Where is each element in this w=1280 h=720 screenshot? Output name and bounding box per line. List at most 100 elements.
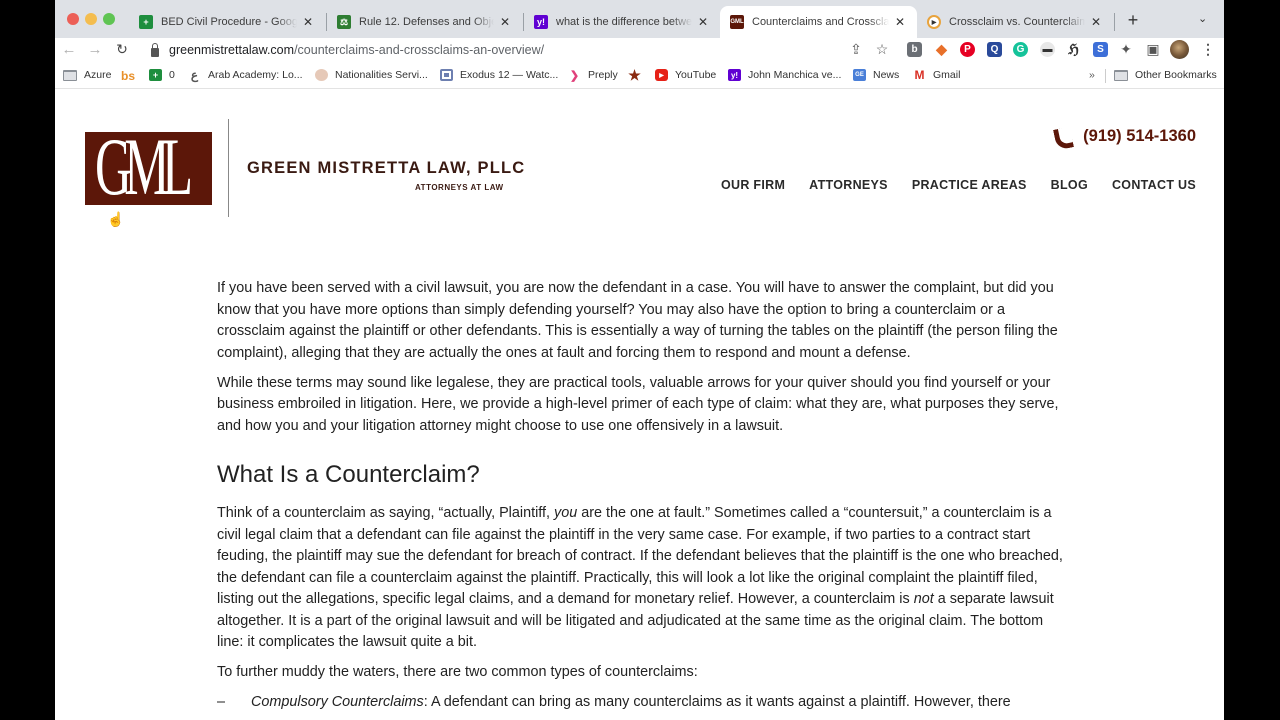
tab-title: Counterclaims and Crossclaims xyxy=(752,16,889,28)
text-run: Think of a counterclaim as saying, “actu… xyxy=(217,505,554,521)
close-tab-icon[interactable]: ✕ xyxy=(893,15,907,29)
tab-title: what is the difference between xyxy=(556,16,692,28)
bookmark-label: Other Bookmarks xyxy=(1135,69,1217,81)
nav-blog[interactable]: BLOG xyxy=(1051,178,1088,192)
folder-icon xyxy=(1114,69,1128,81)
emphasis: not xyxy=(913,591,934,607)
phone-link[interactable]: (919) 514-1360 xyxy=(1054,127,1196,146)
extension-s-icon[interactable]: S xyxy=(1093,42,1108,57)
bookmark-label: Nationalities Servi... xyxy=(335,69,428,81)
tab-strip: + BED Civil Procedure - Google Sheets ✕ … xyxy=(55,0,1224,38)
tab-title: BED Civil Procedure - Google Sheets xyxy=(161,16,297,28)
extension-orange-bird-icon[interactable]: ◆ xyxy=(934,41,949,57)
emphasis: Compulsory Counterclaims xyxy=(251,694,424,710)
tab-yahoo-search[interactable]: y! what is the difference between ✕ xyxy=(524,6,720,38)
minimize-window-button[interactable] xyxy=(85,13,97,25)
web-page: GML GREEN MISTRETTA LAW, PLLC ATTORNEYS … xyxy=(55,90,1224,720)
back-button[interactable]: ← xyxy=(60,41,78,58)
extension-pinterest-icon[interactable]: P xyxy=(960,42,975,57)
bookmark-news[interactable]: GE News xyxy=(853,69,899,81)
play-icon: ▶ xyxy=(927,15,941,29)
arab-academy-icon: ع xyxy=(190,68,199,82)
counterclaim-paragraph: Think of a counterclaim as saying, “actu… xyxy=(217,503,1067,654)
bookmark-label: Exodus 12 — Watc... xyxy=(460,69,559,81)
section-heading-counterclaim: What Is a Counterclaim? xyxy=(217,461,480,488)
extension-search-icon[interactable]: Q xyxy=(987,42,1002,57)
tab-rule-12[interactable]: ⚖ Rule 12. Defenses and Objections ✕ xyxy=(327,6,522,38)
nav-our-firm[interactable]: OUR FIRM xyxy=(721,178,785,192)
bookmark-label: News xyxy=(873,69,900,81)
profile-avatar[interactable] xyxy=(1170,40,1189,59)
types-intro-paragraph: To further muddy the waters, there are t… xyxy=(217,664,698,680)
overflow-chevron-icon: » xyxy=(1089,69,1095,81)
bookmark-preply[interactable]: ❯ Preply xyxy=(568,69,618,82)
exodus-icon xyxy=(440,69,453,81)
side-panel-icon[interactable]: ▣ xyxy=(1145,41,1161,58)
bookmark-azure[interactable]: Azure xyxy=(63,69,111,81)
close-tab-icon[interactable]: ✕ xyxy=(498,15,512,29)
bookmark-john-manchica[interactable]: y! John Manchica ve... xyxy=(728,69,841,81)
tab-bed-civil-procedure[interactable]: + BED Civil Procedure - Google Sheets ✕ xyxy=(129,6,325,38)
tab-separator xyxy=(1114,13,1115,31)
site-logo[interactable]: GML xyxy=(85,132,212,205)
bookmark-label: Azure xyxy=(84,69,112,81)
nav-attorneys[interactable]: ATTORNEYS xyxy=(809,178,888,192)
bookmark-bs[interactable]: bs xyxy=(121,69,135,83)
close-window-button[interactable] xyxy=(67,13,79,25)
extensions-puzzle-icon[interactable]: ✦ xyxy=(1118,41,1134,58)
bookmark-youtube[interactable]: ▶ YouTube xyxy=(655,69,716,81)
close-tab-icon[interactable]: ✕ xyxy=(1089,15,1103,29)
scales-icon: ⚖ xyxy=(337,15,351,29)
bookmark-exodus-12[interactable]: Exodus 12 — Watc... xyxy=(440,69,558,81)
tab-search-chevron-icon[interactable]: ⌄ xyxy=(1198,12,1207,25)
reload-button[interactable]: ↻ xyxy=(113,41,131,58)
extension-hubspot-icon[interactable]: b xyxy=(907,42,922,57)
extension-hand-icon[interactable]: ℌ xyxy=(1066,41,1081,57)
logo-divider xyxy=(228,119,229,217)
youtube-icon: ▶ xyxy=(655,69,668,81)
bookmark-arab-academy[interactable]: ع Arab Academy: Lo... xyxy=(188,68,303,82)
bookmark-gmail[interactable]: M Gmail xyxy=(913,68,961,82)
counterclaim-types-list: Compulsory Counterclaims: A defendant ca… xyxy=(217,692,1067,714)
phone-icon xyxy=(1054,128,1071,145)
logo-letters: GML xyxy=(95,132,193,205)
extension-grammarly-icon[interactable]: G xyxy=(1013,42,1028,57)
bookmarks-overflow-button[interactable]: » xyxy=(1089,69,1095,81)
maximize-window-button[interactable] xyxy=(103,13,115,25)
bookmark-nationalities[interactable]: Nationalities Servi... xyxy=(315,69,428,81)
tab-title: Crossclaim vs. Counterclaim: D xyxy=(949,16,1085,28)
forward-button[interactable]: → xyxy=(86,41,104,58)
other-bookmarks-folder[interactable]: Other Bookmarks xyxy=(1114,69,1217,81)
nav-practice-areas[interactable]: PRACTICE AREAS xyxy=(912,178,1027,192)
nav-contact-us[interactable]: CONTACT US xyxy=(1112,178,1196,192)
tab-crossclaim-vs-counterclaim[interactable]: ▶ Crossclaim vs. Counterclaim: D ✕ xyxy=(917,6,1113,38)
close-tab-icon[interactable]: ✕ xyxy=(696,15,710,29)
bookmark-label: John Manchica ve... xyxy=(748,69,842,81)
share-icon[interactable]: ⇪ xyxy=(848,41,864,58)
new-tab-button[interactable]: + xyxy=(1123,10,1143,31)
firm-name[interactable]: GREEN MISTRETTA LAW, PLLC xyxy=(247,159,525,178)
bookmark-label: Preply xyxy=(588,69,618,81)
bookmarks-bar: Azure bs + 0 ع Arab Academy: Lo... Natio… xyxy=(55,63,1224,89)
bookmark-sheet-0[interactable]: + 0 xyxy=(149,69,175,81)
text-run: : A defendant can bring as many counterc… xyxy=(423,694,1011,710)
bookmark-star[interactable]: ★ xyxy=(628,66,648,83)
phone-number: (919) 514-1360 xyxy=(1083,127,1196,145)
tab-title: Rule 12. Defenses and Objections xyxy=(359,16,494,28)
tab-counterclaims-active[interactable]: GML Counterclaims and Crossclaims ✕ xyxy=(720,6,917,38)
close-tab-icon[interactable]: ✕ xyxy=(301,15,315,29)
address-bar[interactable]: greenmistrettalaw.com/counterclaims-and-… xyxy=(141,39,901,61)
browser-window: + BED Civil Procedure - Google Sheets ✕ … xyxy=(55,0,1224,720)
lock-icon xyxy=(151,42,159,57)
list-item: Compulsory Counterclaims: A defendant ca… xyxy=(217,692,1067,714)
url-path: /counterclaims-and-crossclaims-an-overvi… xyxy=(294,43,545,57)
extension-toggle-icon[interactable]: ▬ xyxy=(1040,42,1055,57)
bs-icon: bs xyxy=(121,69,136,83)
bookmark-label: YouTube xyxy=(675,69,717,81)
bookmark-label: Arab Academy: Lo... xyxy=(208,69,303,81)
yahoo-icon: y! xyxy=(728,69,741,81)
star-icon: ★ xyxy=(628,66,641,83)
browser-toolbar: ← → ↻ greenmistrettalaw.com/counterclaim… xyxy=(55,38,1224,63)
bookmark-star-icon[interactable]: ☆ xyxy=(874,41,890,58)
browser-menu-icon[interactable]: ⋮ xyxy=(1201,41,1215,58)
